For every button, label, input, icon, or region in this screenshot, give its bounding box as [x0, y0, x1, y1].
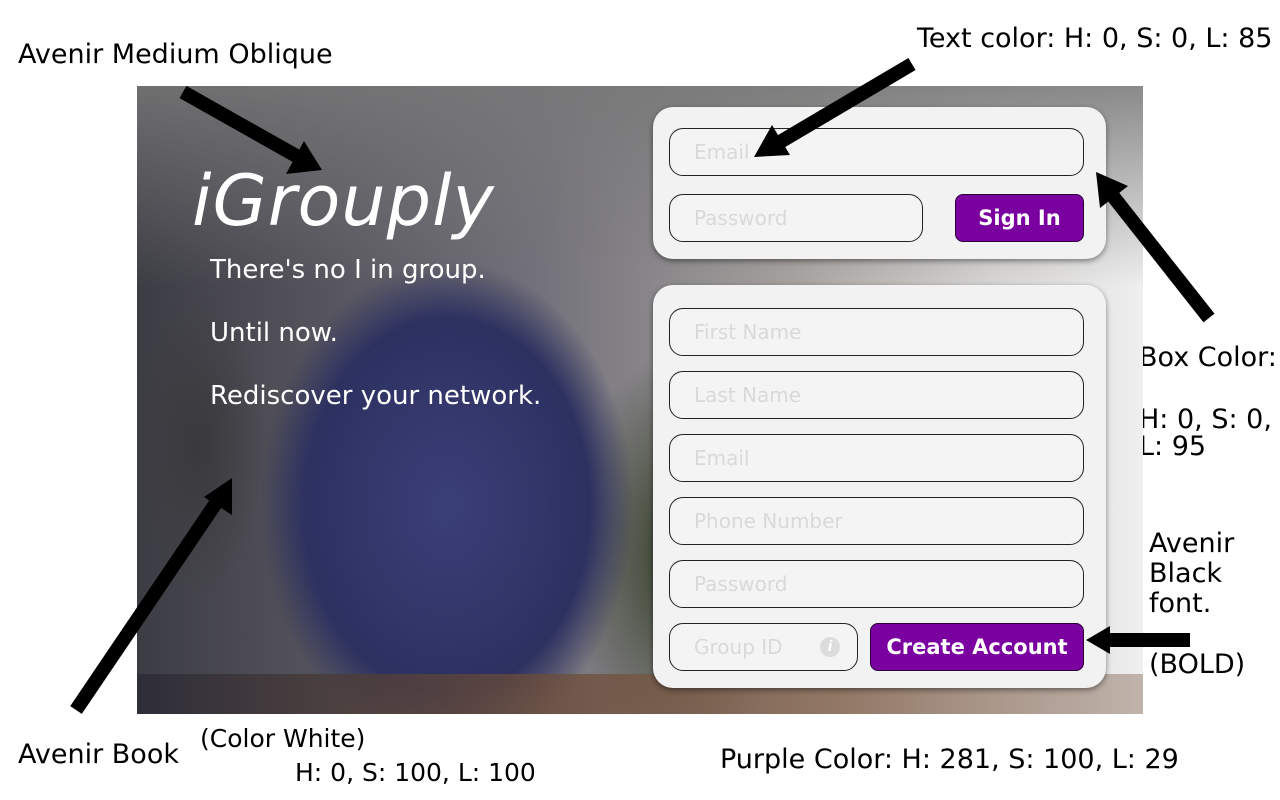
- annotation-white-color-line2: H: 0, S: 100, L: 100: [295, 758, 536, 787]
- annotation-title-font: Avenir Medium Oblique: [18, 39, 333, 70]
- last-name-input[interactable]: [669, 371, 1084, 419]
- annotation-button-font-line1: Avenir: [1149, 528, 1235, 559]
- info-icon[interactable]: i: [820, 637, 840, 657]
- signup-email-input[interactable]: [669, 434, 1084, 482]
- annotation-button-font-line3: font.: [1149, 588, 1212, 619]
- annotation-white-color-line1: (Color White): [200, 724, 366, 753]
- signup-password-input[interactable]: [669, 560, 1084, 608]
- first-name-input[interactable]: [669, 308, 1084, 356]
- signin-password-input[interactable]: [669, 194, 923, 242]
- annotation-purple-color: Purple Color: H: 281, S: 100, L: 29: [720, 744, 1179, 775]
- annotation-button-font-bold: (BOLD): [1149, 649, 1246, 680]
- tagline-2: Until now.: [210, 318, 338, 348]
- annotation-box-color-line2: L: 95: [1139, 431, 1207, 462]
- signin-email-input[interactable]: [669, 128, 1084, 176]
- phone-number-input[interactable]: [669, 497, 1084, 545]
- create-account-button[interactable]: Create Account: [870, 623, 1084, 671]
- tagline-1: There's no I in group.: [210, 255, 486, 285]
- app-logo: iGrouply: [192, 160, 495, 242]
- annotation-body-font: Avenir Book: [18, 739, 179, 770]
- sign-in-button[interactable]: Sign In: [955, 194, 1084, 242]
- tagline-3: Rediscover your network.: [210, 381, 542, 411]
- annotation-button-font-line2: Black: [1149, 558, 1223, 589]
- annotation-text-color: Text color: H: 0, S: 0, L: 85: [917, 23, 1273, 54]
- annotation-box-color-title: Box Color:: [1139, 342, 1277, 373]
